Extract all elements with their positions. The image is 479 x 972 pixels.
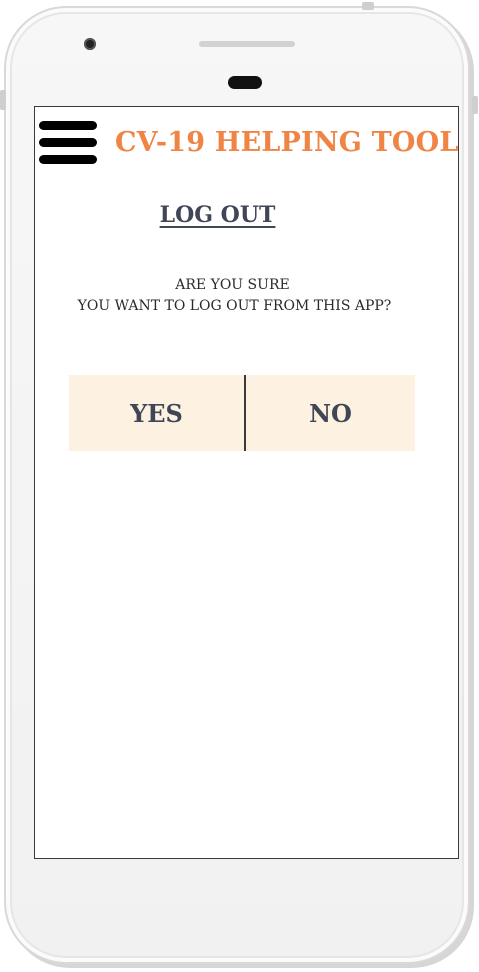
phone-side-button xyxy=(0,90,6,110)
app-title: CV-19 HELPING TOOL xyxy=(115,127,459,158)
question-line-1: ARE YOU SURE xyxy=(175,277,290,293)
earpiece-speaker xyxy=(199,41,295,47)
menu-bar xyxy=(39,121,97,130)
hamburger-menu-icon[interactable] xyxy=(39,121,99,165)
menu-bar xyxy=(39,138,97,147)
page-title: LOG OUT xyxy=(35,202,458,228)
front-camera xyxy=(84,38,96,50)
phone-side-button xyxy=(362,2,374,10)
app-screen: CV-19 HELPING TOOL LOG OUT ARE YOU SURE … xyxy=(34,106,459,859)
menu-bar xyxy=(39,155,97,164)
confirm-button-group: YES NO xyxy=(69,375,415,451)
phone-side-button xyxy=(472,96,478,114)
yes-button[interactable]: YES xyxy=(69,375,244,451)
question-line-2: YOU WANT TO LOG OUT FROM THIS APP? xyxy=(77,298,392,314)
proximity-sensor xyxy=(228,76,262,89)
logout-question: ARE YOU SURE YOU WANT TO LOG OUT FROM TH… xyxy=(35,275,458,317)
no-button[interactable]: NO xyxy=(246,375,415,451)
page-title-text: LOG OUT xyxy=(159,202,276,228)
